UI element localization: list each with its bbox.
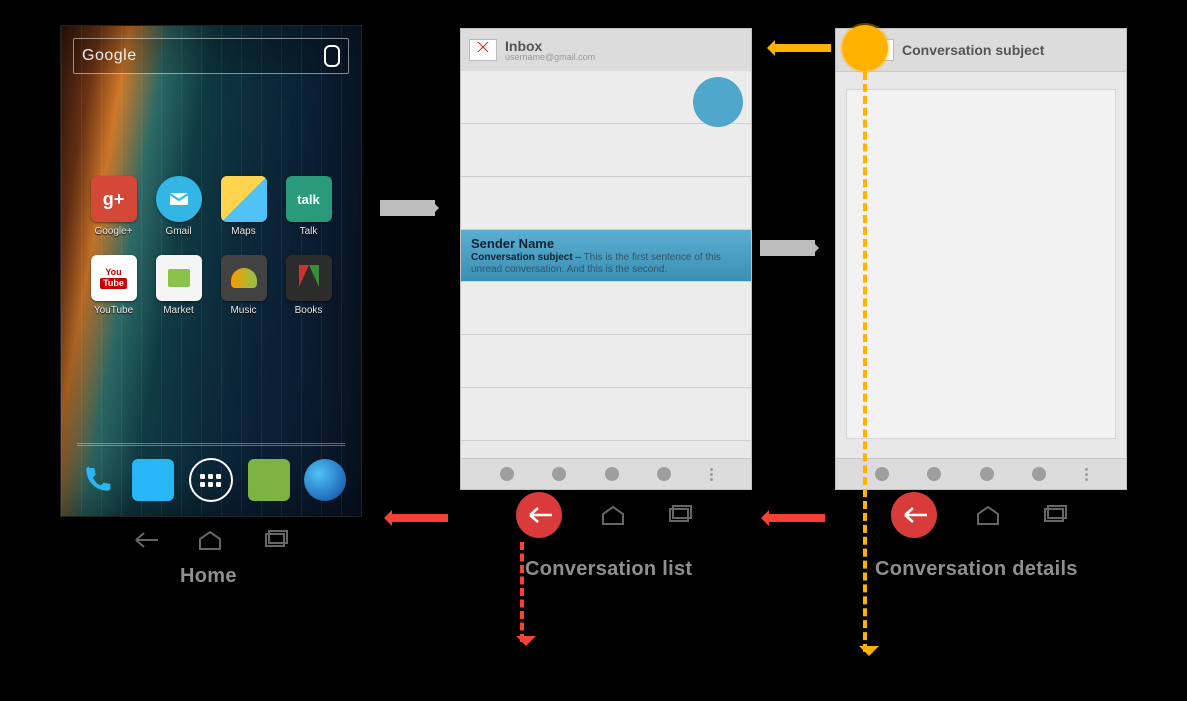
- action-icon[interactable]: [605, 467, 619, 481]
- inbox-title-group: Inbox username@gmail.com: [505, 39, 595, 62]
- action-icon[interactable]: [927, 467, 941, 481]
- inbox-account: username@gmail.com: [505, 53, 595, 62]
- app-music[interactable]: Music: [214, 255, 274, 316]
- back-flow-dashed: [520, 542, 524, 642]
- action-icon[interactable]: [980, 467, 994, 481]
- gmail-inbox-screen: Inbox username@gmail.com Sender Name Con…: [460, 28, 752, 490]
- dock-phone[interactable]: [76, 459, 118, 501]
- nav-back-highlight[interactable]: [516, 492, 562, 538]
- mic-icon[interactable]: [324, 45, 340, 67]
- page-indicator: [77, 443, 345, 446]
- app-gmail[interactable]: Gmail: [149, 176, 209, 237]
- conversation-list[interactable]: Sender Name Conversation subject – This …: [461, 71, 751, 459]
- forward-arrow-icon: [380, 200, 435, 216]
- action-icon[interactable]: [657, 467, 671, 481]
- nav-back-icon[interactable]: [130, 529, 160, 551]
- youtube-icon-text: Tube: [100, 278, 127, 289]
- conversation-row[interactable]: [461, 124, 751, 177]
- system-nav-home: [95, 520, 325, 560]
- forward-arrow-icon: [760, 240, 815, 256]
- detail-title-group: Conversation subject: [902, 43, 1044, 57]
- app-maps[interactable]: Maps: [214, 176, 274, 237]
- overflow-icon[interactable]: [710, 468, 713, 481]
- home-screen: Google Google+ Gmail Maps: [60, 25, 362, 517]
- caption-home: Home: [180, 565, 237, 588]
- youtube-icon-text: You: [105, 268, 121, 277]
- diagram-canvas: Google Google+ Gmail Maps: [0, 0, 1187, 701]
- conversation-subject: Conversation subject: [471, 252, 573, 263]
- app-label: Gmail: [149, 226, 209, 237]
- sender-name: Sender Name: [471, 236, 741, 252]
- system-nav-detail: [855, 495, 1105, 535]
- app-icon-grid: Google+ Gmail Maps talk Talk: [81, 176, 341, 316]
- envelope-icon: [167, 187, 191, 211]
- app-label: Books: [279, 305, 339, 316]
- gmail-icon: [156, 176, 202, 222]
- message-body-area[interactable]: [846, 89, 1116, 439]
- app-label: Market: [149, 305, 209, 316]
- app-youtube[interactable]: You Tube YouTube: [84, 255, 144, 316]
- nav-home-icon[interactable]: [598, 504, 628, 526]
- inbox-bottom-bar: [461, 458, 751, 489]
- dock: [61, 458, 361, 502]
- caption-inbox: Conversation list: [525, 558, 692, 581]
- app-label: YouTube: [84, 305, 144, 316]
- search-label: Google: [82, 47, 324, 65]
- action-icon[interactable]: [500, 467, 514, 481]
- phone-icon: [81, 464, 113, 496]
- app-label: Talk: [279, 226, 339, 237]
- nav-home-icon[interactable]: [195, 529, 225, 551]
- books-icon: [286, 255, 332, 301]
- gmail-detail-screen: 〈 Conversation subject: [835, 28, 1127, 490]
- inbox-title: Inbox: [505, 39, 595, 53]
- app-market[interactable]: Market: [149, 255, 209, 316]
- detail-bottom-bar: [836, 458, 1126, 489]
- app-books[interactable]: Books: [279, 255, 339, 316]
- dock-app-drawer[interactable]: [189, 458, 233, 502]
- caption-detail: Conversation details: [875, 558, 1078, 581]
- overflow-icon[interactable]: [1085, 468, 1088, 481]
- detail-title: Conversation subject: [902, 43, 1044, 57]
- music-icon: [221, 255, 267, 301]
- conversation-row-selected[interactable]: Sender Name Conversation subject – This …: [461, 230, 751, 282]
- app-talk[interactable]: talk Talk: [279, 176, 339, 237]
- nav-recent-icon[interactable]: [1039, 504, 1069, 526]
- action-icon[interactable]: [552, 467, 566, 481]
- conversation-row[interactable]: [461, 177, 751, 230]
- gmail-app-icon: [469, 39, 497, 61]
- dock-browser[interactable]: [304, 459, 346, 501]
- up-flow-dashed: [863, 72, 867, 652]
- subject-preview: Conversation subject – This is the first…: [471, 252, 741, 276]
- nav-home-icon[interactable]: [973, 504, 1003, 526]
- nav-back-highlight[interactable]: [891, 492, 937, 538]
- market-icon: [156, 255, 202, 301]
- app-label: Maps: [214, 226, 274, 237]
- action-icon[interactable]: [875, 467, 889, 481]
- google-search-widget[interactable]: Google: [73, 38, 349, 74]
- dock-messaging[interactable]: [248, 459, 290, 501]
- back-arrow-icon: [388, 514, 448, 522]
- system-nav-inbox: [480, 495, 730, 535]
- talk-icon: talk: [286, 176, 332, 222]
- back-arrow-icon: [765, 514, 825, 522]
- maps-icon: [221, 176, 267, 222]
- action-icon[interactable]: [1032, 467, 1046, 481]
- up-affordance-highlight: [842, 25, 888, 71]
- up-nav-arrow-icon: [771, 44, 831, 52]
- conversation-row[interactable]: [461, 282, 751, 335]
- inbox-action-bar[interactable]: Inbox username@gmail.com: [461, 29, 751, 72]
- dock-contacts[interactable]: [132, 459, 174, 501]
- conversation-row[interactable]: [461, 335, 751, 388]
- app-google-plus[interactable]: Google+: [84, 176, 144, 237]
- touch-indicator-icon: [693, 77, 743, 127]
- app-label: Music: [214, 305, 274, 316]
- nav-recent-icon[interactable]: [664, 504, 694, 526]
- google-plus-icon: [91, 176, 137, 222]
- nav-recent-icon[interactable]: [260, 529, 290, 551]
- conversation-row[interactable]: [461, 388, 751, 441]
- youtube-icon: You Tube: [91, 255, 137, 301]
- app-label: Google+: [84, 226, 144, 237]
